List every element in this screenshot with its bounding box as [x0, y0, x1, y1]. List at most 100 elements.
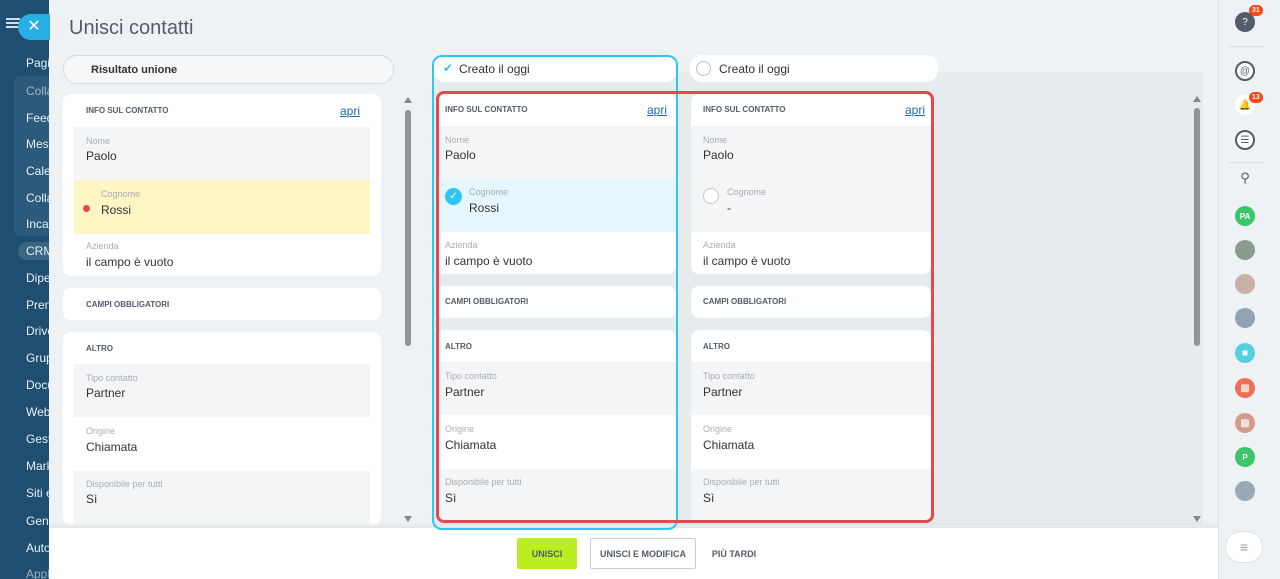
field-value: il campo è vuoto — [445, 254, 533, 268]
card-title: INFO SUL CONTATTO — [86, 106, 169, 115]
result-header-label: Risultato unione — [91, 64, 178, 76]
open-link[interactable]: apri — [905, 103, 925, 117]
avatar-group-icon[interactable] — [1235, 240, 1255, 260]
sidebar-item[interactable]: Colla — [26, 191, 50, 205]
field-azienda: Azienda il campo è vuoto — [63, 234, 381, 276]
column-b-header[interactable]: Creato il oggi — [690, 55, 938, 82]
card-title: CAMPI OBBLIGATORI — [445, 297, 529, 306]
field-value: Partner — [86, 386, 126, 400]
open-link[interactable]: apri — [647, 103, 667, 117]
card-title: CAMPI OBBLIGATORI — [86, 300, 170, 309]
at-icon[interactable]: @ — [1235, 61, 1255, 81]
sidebar-item[interactable]: Pren — [26, 298, 50, 312]
merge-edit-button[interactable]: UNISCI E MODIFICA — [590, 538, 696, 569]
field-value: il campo è vuoto — [703, 254, 791, 268]
field-cognome[interactable]: Cognome - — [691, 179, 931, 232]
field-label: Disponibile per tutti — [703, 477, 780, 487]
later-button[interactable]: PIÙ TARDI — [707, 538, 761, 569]
divider — [1229, 162, 1265, 163]
field-label: Nome — [445, 135, 470, 145]
scroll-up-icon[interactable] — [404, 97, 412, 103]
avatar-pa[interactable]: PA — [1235, 206, 1255, 226]
chat-bubble-icon[interactable]: ■ — [1235, 343, 1255, 363]
field-value: Partner — [445, 385, 485, 399]
field-cognome[interactable]: ✓ Cognome Rossi — [436, 179, 676, 232]
field-tipo-contatto: Tipo contatto Partner — [63, 364, 381, 417]
sidebar-item[interactable]: Docu — [26, 378, 50, 392]
field-origine[interactable]: Origine Chiamata — [436, 415, 676, 469]
column-a-label: Creato il oggi — [459, 62, 530, 76]
field-disponibile: Disponibile per tutti Sì — [63, 471, 381, 525]
field-disponibile[interactable]: Disponibile per tutti Sì — [691, 469, 931, 523]
sidebar-item[interactable]: Gene — [26, 514, 50, 528]
selected-check-icon[interactable]: ✓ — [445, 188, 462, 205]
scroll-down-icon[interactable] — [404, 516, 412, 522]
sidebar-item[interactable]: Web — [26, 405, 50, 419]
result-other-card: ALTRO Tipo contatto Partner Origine Chia… — [63, 332, 381, 525]
field-label: Cognome — [469, 187, 509, 197]
field-value: Rossi — [101, 203, 132, 217]
chat-icon[interactable]: ☰ — [1235, 130, 1255, 150]
sidebar-group — [14, 76, 50, 236]
field-label: Disponibile per tutti — [86, 479, 163, 489]
field-nome[interactable]: Nome Paolo — [691, 126, 931, 179]
sidebar-item-crm[interactable]: CRM — [18, 242, 50, 260]
avatar[interactable] — [1235, 481, 1255, 501]
sidebar-item[interactable]: Appl — [26, 567, 50, 579]
sidebar-item[interactable]: Auto — [26, 541, 50, 555]
column-a-header[interactable]: ✔ Creato il oggi — [433, 55, 677, 82]
result-header: Risultato unione — [63, 55, 394, 84]
menu-list-icon[interactable]: ≡ — [1225, 531, 1263, 563]
field-label: Origine — [445, 424, 475, 434]
field-value: Sì — [445, 491, 457, 505]
contact-card-icon[interactable]: ▩ — [1235, 413, 1255, 433]
contact-card-icon[interactable]: ▩ — [1235, 378, 1255, 398]
merge-button[interactable]: UNISCI — [517, 538, 577, 569]
field-tipo-contatto[interactable]: Tipo contatto Partner — [691, 362, 931, 415]
field-disponibile[interactable]: Disponibile per tutti Sì — [436, 469, 676, 523]
field-label: Cognome — [101, 189, 141, 199]
field-tipo-contatto[interactable]: Tipo contatto Partner — [436, 362, 676, 415]
sidebar-item[interactable]: Siti e — [26, 486, 50, 500]
avatar[interactable] — [1235, 308, 1255, 328]
sidebar-item[interactable]: Pagin — [26, 56, 50, 70]
help-badge: 31 — [1249, 5, 1263, 16]
field-label: Azienda — [445, 240, 478, 250]
open-link[interactable]: apri — [340, 104, 360, 118]
avatar[interactable] — [1235, 274, 1255, 294]
field-cognome[interactable]: Cognome Rossi — [63, 180, 381, 234]
field-azienda[interactable]: Azienda il campo è vuoto — [691, 232, 931, 274]
result-scrollbar[interactable] — [405, 110, 411, 346]
field-label: Tipo contatto — [703, 371, 755, 381]
result-info-card: INFO SUL CONTATTO apri Nome Paolo Cognom… — [63, 94, 381, 276]
field-nome: Nome Paolo — [63, 127, 381, 180]
sidebar-item[interactable]: Gest — [26, 432, 50, 446]
check-icon: ✔ — [443, 61, 454, 75]
sidebar-item[interactable]: Colla — [26, 84, 50, 98]
sidebar-item[interactable]: Drive — [26, 324, 50, 338]
scroll-up-icon[interactable] — [1193, 96, 1201, 102]
field-value: - — [727, 201, 731, 215]
card-title: ALTRO — [445, 342, 472, 351]
field-azienda[interactable]: Azienda il campo è vuoto — [436, 232, 676, 274]
close-slider-button[interactable]: ✕ — [18, 14, 50, 40]
card-title: ALTRO — [703, 342, 730, 351]
contact-b-info-card: INFO SUL CONTATTO apri Nome Paolo Cognom… — [691, 94, 931, 274]
field-origine[interactable]: Origine Chiamata — [691, 415, 931, 469]
field-origine: Origine Chiamata — [63, 417, 381, 471]
field-value: Sì — [703, 491, 715, 505]
card-title: INFO SUL CONTATTO — [445, 105, 528, 114]
sidebar-item[interactable]: Mark — [26, 459, 50, 473]
sidebar-item[interactable]: Mess — [26, 137, 50, 151]
radio-icon[interactable] — [703, 188, 719, 204]
sidebar-item[interactable]: Grup — [26, 351, 50, 365]
sidebar-item[interactable]: Cale — [26, 164, 50, 178]
scroll-down-icon[interactable] — [1193, 516, 1201, 522]
avatar-p[interactable]: P — [1235, 447, 1255, 467]
sidebar-item[interactable]: Dipe — [26, 271, 50, 285]
sidebar-item[interactable]: Feed — [26, 111, 50, 125]
field-nome[interactable]: Nome Paolo — [436, 126, 676, 179]
compare-scrollbar[interactable] — [1194, 108, 1200, 346]
sidebar-item[interactable]: Incar — [26, 217, 50, 231]
search-icon[interactable]: ⚲ — [1235, 168, 1255, 188]
